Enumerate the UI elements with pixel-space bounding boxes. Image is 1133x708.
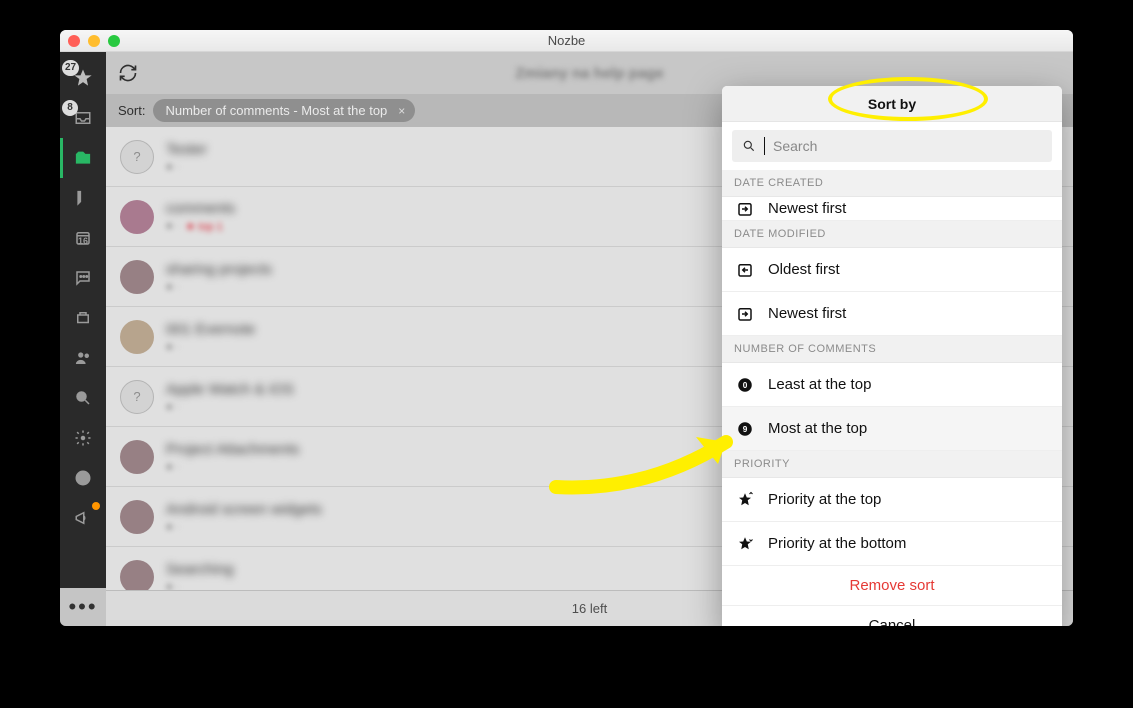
calendar-back-icon xyxy=(736,261,754,279)
sidebar-search[interactable] xyxy=(60,378,106,418)
task-meta: ● · xyxy=(166,581,234,591)
task-meta: ● · xyxy=(166,521,322,533)
star-badge: 27 xyxy=(62,60,79,76)
sort-popup: Sort by DATE CREATED Newest f xyxy=(722,86,1062,626)
task-meta: ● · xyxy=(166,281,272,293)
section-number-comments: NUMBER OF COMMENTS xyxy=(722,336,1062,363)
sidebar-announce[interactable] xyxy=(60,498,106,538)
sidebar-categories[interactable] xyxy=(60,178,106,218)
avatar xyxy=(120,320,154,354)
star-down-icon xyxy=(736,535,754,553)
task-title: Apple Watch & iOS xyxy=(166,381,294,398)
svg-text:0: 0 xyxy=(743,381,748,390)
inbox-badge: 8 xyxy=(62,100,78,116)
project-title: Zmiany na help page xyxy=(515,65,663,82)
section-date-modified: DATE MODIFIED xyxy=(722,221,1062,248)
option-dm-oldest[interactable]: Oldest first xyxy=(722,248,1062,292)
task-title: comments xyxy=(166,200,235,217)
sidebar-priority[interactable]: 27 xyxy=(60,58,106,98)
avatar xyxy=(120,260,154,294)
sidebar-calendar[interactable]: 16 xyxy=(60,218,106,258)
notification-dot xyxy=(92,502,100,510)
calendar-forward-icon xyxy=(736,200,754,218)
refresh-button[interactable] xyxy=(118,52,138,94)
sort-chip[interactable]: Number of comments - Most at the top × xyxy=(153,99,415,122)
sidebar: 27 8 16 xyxy=(60,52,106,626)
avatar xyxy=(120,200,154,234)
task-meta: ● · xyxy=(166,341,255,353)
titlebar: Nozbe xyxy=(60,30,1073,52)
sidebar-billing[interactable] xyxy=(60,458,106,498)
task-meta: ● · xyxy=(166,461,299,473)
task-title: Project Attachments xyxy=(166,441,299,458)
sidebar-projects[interactable] xyxy=(60,138,106,178)
calendar-forward-icon xyxy=(736,305,754,323)
option-nc-most[interactable]: 9 Most at the top xyxy=(722,407,1062,451)
sort-label: Sort: xyxy=(118,103,145,118)
sidebar-templates[interactable] xyxy=(60,298,106,338)
search-icon xyxy=(742,139,756,153)
task-title: sharing projects xyxy=(166,261,272,278)
sidebar-comments[interactable] xyxy=(60,258,106,298)
task-meta: ● · xyxy=(166,161,207,173)
sidebar-inbox[interactable]: 8 xyxy=(60,98,106,138)
clear-sort-icon[interactable]: × xyxy=(398,104,405,118)
task-meta: ● ·★ top 1 xyxy=(166,220,235,233)
section-priority: PRIORITY xyxy=(722,451,1062,478)
count-nine-icon: 9 xyxy=(736,420,754,438)
sidebar-settings[interactable] xyxy=(60,418,106,458)
calendar-day: 16 xyxy=(78,236,88,246)
sort-search-input[interactable] xyxy=(773,138,1042,154)
sidebar-team[interactable] xyxy=(60,338,106,378)
avatar xyxy=(120,560,154,591)
task-title: 001 Evernote xyxy=(166,321,255,338)
option-pr-bottom[interactable]: Priority at the bottom xyxy=(722,522,1062,566)
app-window: Nozbe 27 8 16 xyxy=(60,30,1073,626)
task-meta: ● · xyxy=(166,401,294,413)
section-date-created: DATE CREATED xyxy=(722,170,1062,197)
task-title: Android screen widgets xyxy=(166,501,322,518)
popup-title: Sort by xyxy=(868,96,916,112)
avatar xyxy=(120,440,154,474)
option-dm-newest[interactable]: Newest first xyxy=(722,292,1062,336)
popup-header: Sort by xyxy=(722,86,1062,122)
avatar: ? xyxy=(120,140,154,174)
task-title: Searching xyxy=(166,561,234,578)
option-pr-top[interactable]: Priority at the top xyxy=(722,478,1062,522)
text-caret xyxy=(764,137,765,155)
task-title: Tester xyxy=(166,141,207,158)
option-nc-least[interactable]: 0 Least at the top xyxy=(722,363,1062,407)
avatar xyxy=(120,500,154,534)
option-dc-newest[interactable]: Newest first xyxy=(722,197,1062,221)
more-button[interactable]: ••• xyxy=(60,588,106,626)
star-up-icon xyxy=(736,491,754,509)
main-area: Zmiany na help page Sort: Number of comm… xyxy=(106,52,1073,626)
remove-sort-button[interactable]: Remove sort xyxy=(722,566,1062,606)
avatar: ? xyxy=(120,380,154,414)
svg-text:9: 9 xyxy=(743,425,748,434)
window-title: Nozbe xyxy=(60,33,1073,48)
cancel-button[interactable]: Cancel xyxy=(722,606,1062,626)
sort-search[interactable] xyxy=(732,130,1052,162)
count-zero-icon: 0 xyxy=(736,376,754,394)
